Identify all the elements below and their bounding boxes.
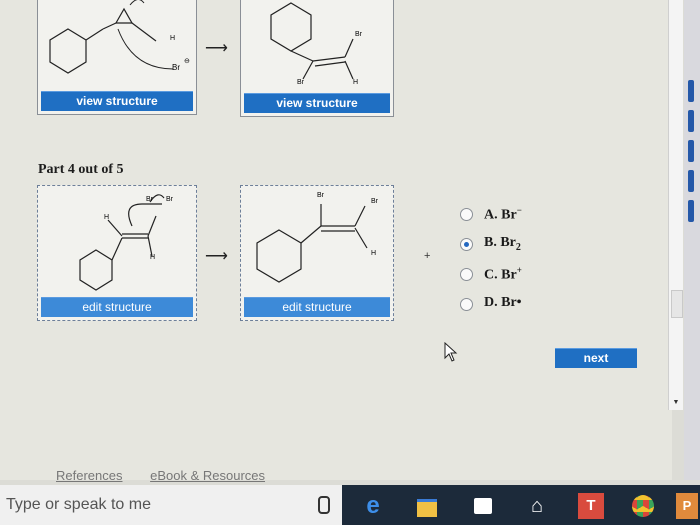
ebook-resources-link[interactable]: eBook & Resources (150, 468, 265, 483)
bottom-left-structure-card: Br Br H H edit structure (37, 185, 197, 321)
side-tab[interactable] (688, 110, 694, 132)
part-title: Part 4 out of 5 (38, 162, 124, 177)
bottom-links: References eBook & Resources (56, 468, 289, 483)
choice-text: Br (501, 267, 517, 283)
choice-letter: B. (484, 235, 497, 250)
vertical-scrollbar[interactable]: ▼ (668, 0, 683, 410)
file-explorer-icon[interactable] (414, 493, 440, 519)
structure-label-h: H (150, 254, 156, 261)
plus-sign: + (424, 250, 431, 262)
structure-label-h: H (353, 79, 359, 86)
edit-structure-button[interactable]: edit structure (244, 297, 390, 317)
structure-label-br: Br (317, 192, 324, 199)
view-structure-button[interactable]: view structure (244, 93, 390, 113)
edit-structure-button[interactable]: edit structure (41, 297, 193, 317)
side-tab[interactable] (688, 140, 694, 162)
choice-superscript: − (516, 205, 522, 215)
windows-taskbar: Type or speak to me e ⌂ T P (0, 485, 700, 525)
choice-text: Br (500, 235, 516, 250)
page-content: H Br ⊖ view structure ⟶ Br Br H view str… (0, 0, 672, 483)
structure-label-br: Br (146, 196, 153, 203)
choice-letter: D. (484, 295, 498, 310)
view-structure-button[interactable]: view structure (41, 91, 193, 111)
structure-label-h: H (371, 250, 377, 257)
scrollbar-thumb[interactable] (671, 290, 683, 318)
bromide-label: Br (172, 63, 180, 72)
radio-button[interactable] (460, 298, 473, 311)
p-app-icon[interactable]: P (676, 493, 698, 519)
reaction-arrow: ⟶ (205, 248, 228, 265)
structure-label-br: Br (355, 31, 362, 38)
structure-label-br: Br (371, 198, 378, 205)
right-side-panel (684, 0, 700, 480)
side-tab[interactable] (688, 170, 694, 192)
chrome-icon[interactable] (630, 493, 656, 519)
references-link[interactable]: References (56, 468, 122, 483)
bottom-right-structure-card: Br Br H edit structure (240, 185, 394, 321)
structure-label-h: H (104, 214, 110, 221)
choice-letter: C. (484, 267, 498, 283)
t-app-icon[interactable]: T (578, 493, 604, 519)
home-icon[interactable]: ⌂ (524, 493, 550, 519)
choice-subscript: 2 (515, 241, 521, 253)
side-tab[interactable] (688, 200, 694, 222)
taskbar-search-box[interactable]: Type or speak to me (0, 485, 342, 525)
next-button[interactable]: next (555, 348, 637, 368)
top-left-structure-card: H Br ⊖ view structure (37, 0, 197, 115)
structure-label-br: Br (297, 79, 304, 86)
top-right-structure-card: Br Br H view structure (240, 0, 394, 117)
reaction-arrow: ⟶ (205, 40, 228, 57)
radio-button[interactable] (460, 268, 473, 281)
mouse-cursor-icon (444, 342, 458, 362)
edge-icon[interactable]: e (360, 493, 386, 519)
side-tab[interactable] (688, 80, 694, 102)
choice-text: Br (501, 207, 517, 223)
structure-label-h: H (170, 35, 176, 42)
choice-text: Br• (501, 295, 522, 310)
choice-superscript: + (516, 265, 522, 275)
negative-charge-icon: ⊖ (184, 58, 190, 65)
structure-label-br: Br (166, 196, 173, 203)
radio-button-selected[interactable] (460, 238, 473, 251)
store-icon[interactable] (470, 493, 496, 519)
choice-letter: A. (484, 207, 498, 223)
scroll-down-arrow-icon[interactable]: ▼ (671, 398, 681, 408)
radio-button[interactable] (460, 208, 473, 221)
microphone-icon[interactable] (318, 496, 330, 514)
